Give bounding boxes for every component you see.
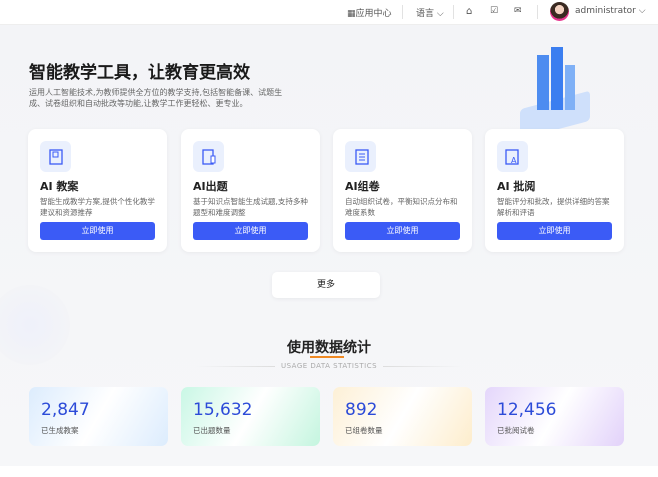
language-dropdown[interactable]: 语言 ⌵	[416, 6, 444, 19]
card-description: 智能生成教学方案,提供个性化教学建议和资源推荐	[40, 197, 155, 217]
card-description: 自动组织试卷，平衡知识点分布和难度系数	[345, 197, 458, 217]
chevron-down-icon: ⌵	[436, 9, 444, 19]
top-bar: ▦应用中心 语言 ⌵ ⌂ ☑ ✉ administrator ⌵	[0, 0, 658, 25]
paper-icon	[345, 141, 376, 172]
stat-value: 15,632	[193, 400, 253, 420]
tool-card-grading: A AI 批阅 智能评分和批改，提供详细的答案解析和评语 立即使用	[485, 129, 624, 252]
chevron-down-icon: ⌵	[638, 6, 646, 16]
hero-description: 运用人工智能技术,为教师提供全方位的教学支持,包括智能备课、试题生成、试卷组织和…	[29, 88, 283, 108]
stats-subtitle: USAGE DATA STATISTICS	[280, 362, 378, 370]
tool-card-lesson-plan: AI 教案 智能生成教学方案,提供个性化教学建议和资源推荐 立即使用	[28, 129, 167, 252]
mail-icon[interactable]: ✉	[514, 6, 522, 16]
grading-icon: A	[497, 141, 528, 172]
use-now-button[interactable]: 立即使用	[40, 222, 155, 240]
card-title: AI出题	[193, 180, 228, 193]
stat-label: 已组卷数量	[345, 426, 383, 435]
card-description: 智能评分和批改，提供详细的答案解析和评语	[497, 197, 610, 217]
divider	[453, 5, 454, 19]
stat-value: 2,847	[41, 400, 90, 420]
avatar[interactable]	[550, 2, 569, 21]
grid-icon: ▦	[347, 9, 356, 19]
stat-card: 15,632 已出题数量	[181, 387, 320, 446]
page-title: 智能教学工具，让教育更高效	[29, 63, 250, 83]
divider	[537, 5, 538, 19]
use-now-button[interactable]: 立即使用	[497, 222, 612, 240]
stat-card: 12,456 已批阅试卷	[485, 387, 624, 446]
hero-illustration	[515, 45, 595, 140]
card-title: AI 批阅	[497, 180, 536, 193]
stat-label: 已出题数量	[193, 426, 231, 435]
divider	[402, 5, 403, 19]
stat-value: 12,456	[497, 400, 557, 420]
use-now-button[interactable]: 立即使用	[345, 222, 460, 240]
stat-value: 892	[345, 400, 378, 420]
home-icon[interactable]: ⌂	[466, 6, 472, 17]
card-title: AI 教案	[40, 180, 79, 193]
tool-card-paper: AI组卷 自动组织试卷，平衡知识点分布和难度系数 立即使用	[333, 129, 472, 252]
stat-card: 892 已组卷数量	[333, 387, 472, 446]
svg-text:A: A	[511, 156, 517, 165]
app-center-link[interactable]: ▦应用中心	[347, 6, 392, 19]
stats-title: 使用数据统计	[287, 340, 371, 356]
more-button[interactable]: 更多	[272, 272, 380, 298]
title-underline	[310, 356, 344, 358]
stat-label: 已批阅试卷	[497, 426, 535, 435]
stat-label: 已生成教案	[41, 426, 79, 435]
tool-card-question: AI出题 基于知识点智能生成试题,支持多种题型和难度调整 立即使用	[181, 129, 320, 252]
book-icon	[40, 141, 71, 172]
user-menu[interactable]: administrator ⌵	[575, 6, 646, 16]
use-now-button[interactable]: 立即使用	[193, 222, 308, 240]
checkbox-icon[interactable]: ☑	[490, 6, 498, 16]
question-edit-icon	[193, 141, 224, 172]
card-title: AI组卷	[345, 180, 380, 193]
card-description: 基于知识点智能生成试题,支持多种题型和难度调整	[193, 197, 308, 217]
stat-card: 2,847 已生成教案	[29, 387, 168, 446]
